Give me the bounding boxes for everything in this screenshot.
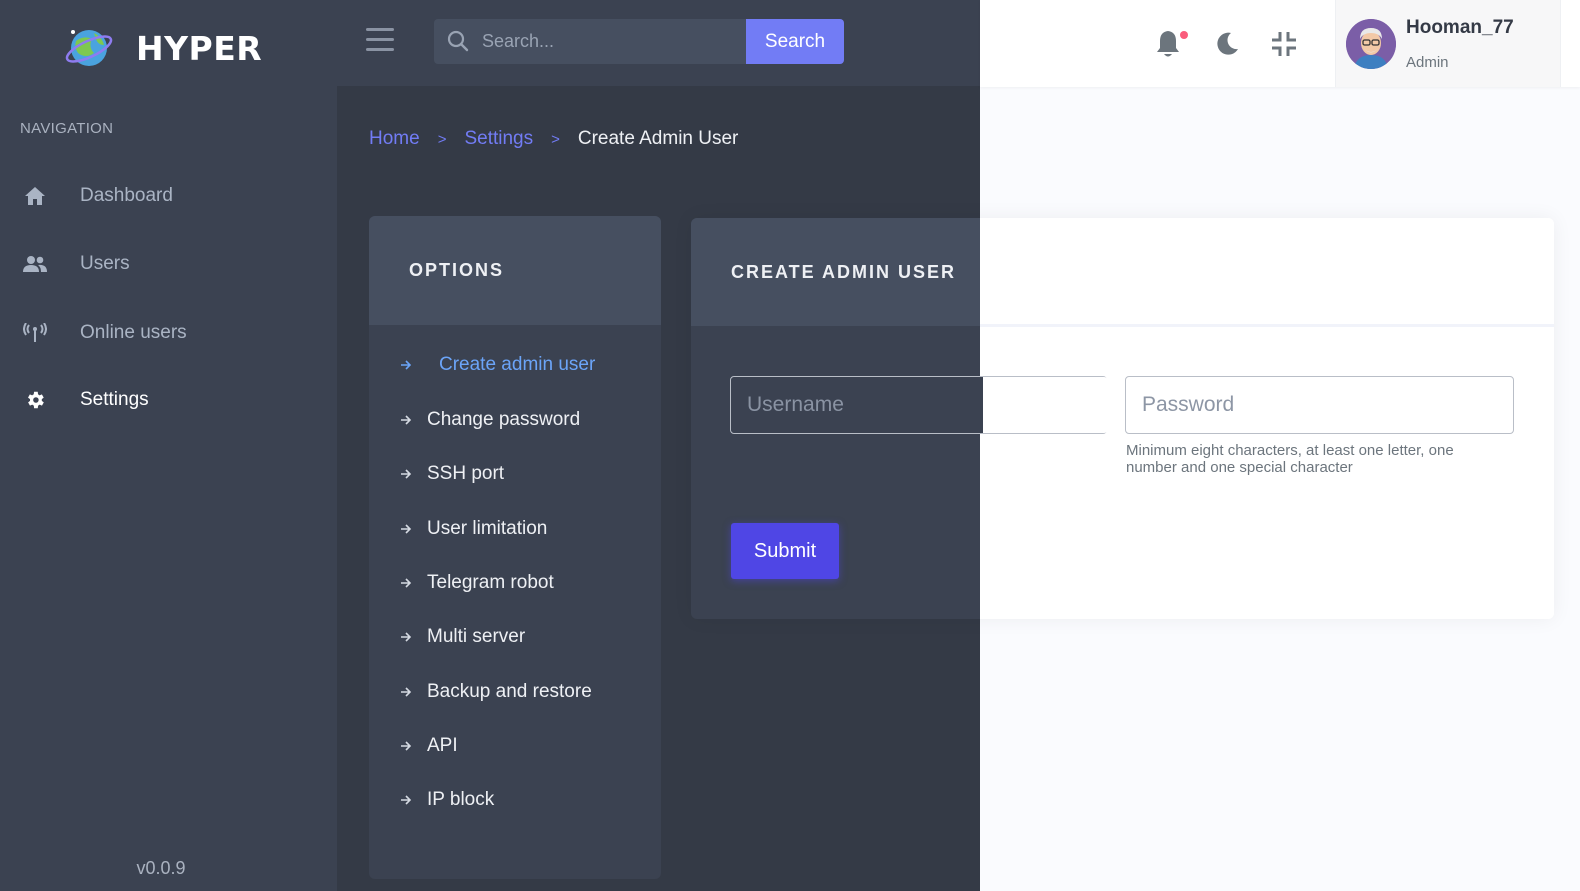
- brand[interactable]: HYPER: [64, 22, 262, 74]
- gear-icon: [22, 387, 48, 413]
- option-multi-server[interactable]: Multi server: [399, 622, 525, 652]
- option-create-admin-user[interactable]: Create admin user: [399, 350, 595, 380]
- option-ip-block[interactable]: IP block: [399, 785, 494, 815]
- search-button[interactable]: Search: [746, 19, 844, 64]
- search-icon: [447, 30, 469, 52]
- sidebar-item-label: Dashboard: [80, 185, 173, 206]
- option-telegram-robot[interactable]: Telegram robot: [399, 568, 554, 598]
- option-backup-and-restore[interactable]: Backup and restore: [399, 677, 592, 707]
- option-label: Change password: [427, 409, 581, 430]
- avatar[interactable]: [1346, 19, 1396, 69]
- home-icon: [22, 183, 48, 209]
- sidebar-item-label: Settings: [80, 389, 149, 410]
- option-ssh-port[interactable]: SSH port: [399, 459, 504, 489]
- brand-name: HYPER: [136, 28, 263, 68]
- username-input[interactable]: [731, 377, 1106, 433]
- arrow-right-icon: [401, 578, 412, 588]
- option-label: Create admin user: [439, 354, 596, 375]
- breadcrumb-settings-link[interactable]: Settings: [464, 128, 533, 150]
- options-title: OPTIONS: [409, 260, 505, 280]
- submit-button[interactable]: Submit: [731, 523, 839, 579]
- breadcrumb-separator: >: [551, 130, 560, 148]
- password-field: [1125, 376, 1514, 434]
- arrow-right-icon: [401, 632, 412, 642]
- option-label: Telegram robot: [427, 572, 554, 593]
- search-bar: Search: [434, 19, 846, 64]
- sidebar-item-dashboard[interactable]: Dashboard: [0, 176, 337, 216]
- breadcrumb-current: Create Admin User: [577, 128, 739, 149]
- password-hint: Minimum eight characters, at least one l…: [1126, 442, 1454, 476]
- option-label: Multi server: [427, 626, 526, 647]
- notification-dot: [1180, 31, 1188, 39]
- card-header-light: [980, 218, 1554, 327]
- password-input[interactable]: [1126, 377, 1513, 433]
- version-label: v0.0.9: [136, 858, 186, 878]
- sidebar-item-users[interactable]: Users: [0, 244, 337, 284]
- sidebar-item-online-users[interactable]: Online users: [0, 313, 337, 353]
- arrow-right-icon: [401, 469, 412, 479]
- create-admin-title: CREATE ADMIN USER: [731, 262, 957, 282]
- option-label: API: [427, 735, 458, 756]
- navigation-title: NAVIGATION: [20, 120, 114, 137]
- option-label: SSH port: [427, 463, 505, 484]
- compress-icon[interactable]: [1268, 28, 1300, 60]
- arrow-right-icon: [401, 360, 412, 370]
- sidebar: HYPER NAVIGATION Dashboard Users Online …: [0, 0, 337, 891]
- arrow-right-icon: [401, 415, 412, 425]
- option-user-limitation[interactable]: User limitation: [399, 514, 547, 544]
- options-card: OPTIONS Create admin user Change passwor…: [369, 216, 661, 879]
- breadcrumb: Home > Settings > Create Admin User: [369, 128, 738, 150]
- breadcrumb-home-link[interactable]: Home: [369, 128, 420, 150]
- sidebar-item-settings[interactable]: Settings: [0, 380, 337, 420]
- sidebar-item-label: Online users: [80, 322, 187, 343]
- arrow-right-icon: [401, 687, 412, 697]
- antenna-icon: [22, 320, 48, 346]
- sidebar-item-label: Users: [80, 253, 130, 274]
- users-icon: [22, 251, 48, 277]
- option-change-password[interactable]: Change password: [399, 405, 580, 435]
- option-label: IP block: [427, 789, 495, 810]
- option-label: Backup and restore: [427, 681, 592, 702]
- menu-toggle-icon[interactable]: [366, 28, 394, 54]
- username-field: [730, 376, 1108, 434]
- planet-logo-icon: [65, 30, 113, 66]
- moon-icon[interactable]: [1211, 28, 1243, 60]
- breadcrumb-separator: >: [437, 130, 447, 148]
- arrow-right-icon: [401, 795, 412, 805]
- options-card-header: OPTIONS: [369, 216, 661, 325]
- user-role: Admin: [1406, 54, 1449, 71]
- search-field: [434, 19, 746, 64]
- option-api[interactable]: API: [399, 731, 458, 761]
- option-label: User limitation: [427, 518, 548, 539]
- arrow-right-icon: [401, 524, 412, 534]
- search-input[interactable]: [482, 19, 742, 64]
- arrow-right-icon: [401, 741, 412, 751]
- user-name: Hooman_77: [1406, 17, 1514, 38]
